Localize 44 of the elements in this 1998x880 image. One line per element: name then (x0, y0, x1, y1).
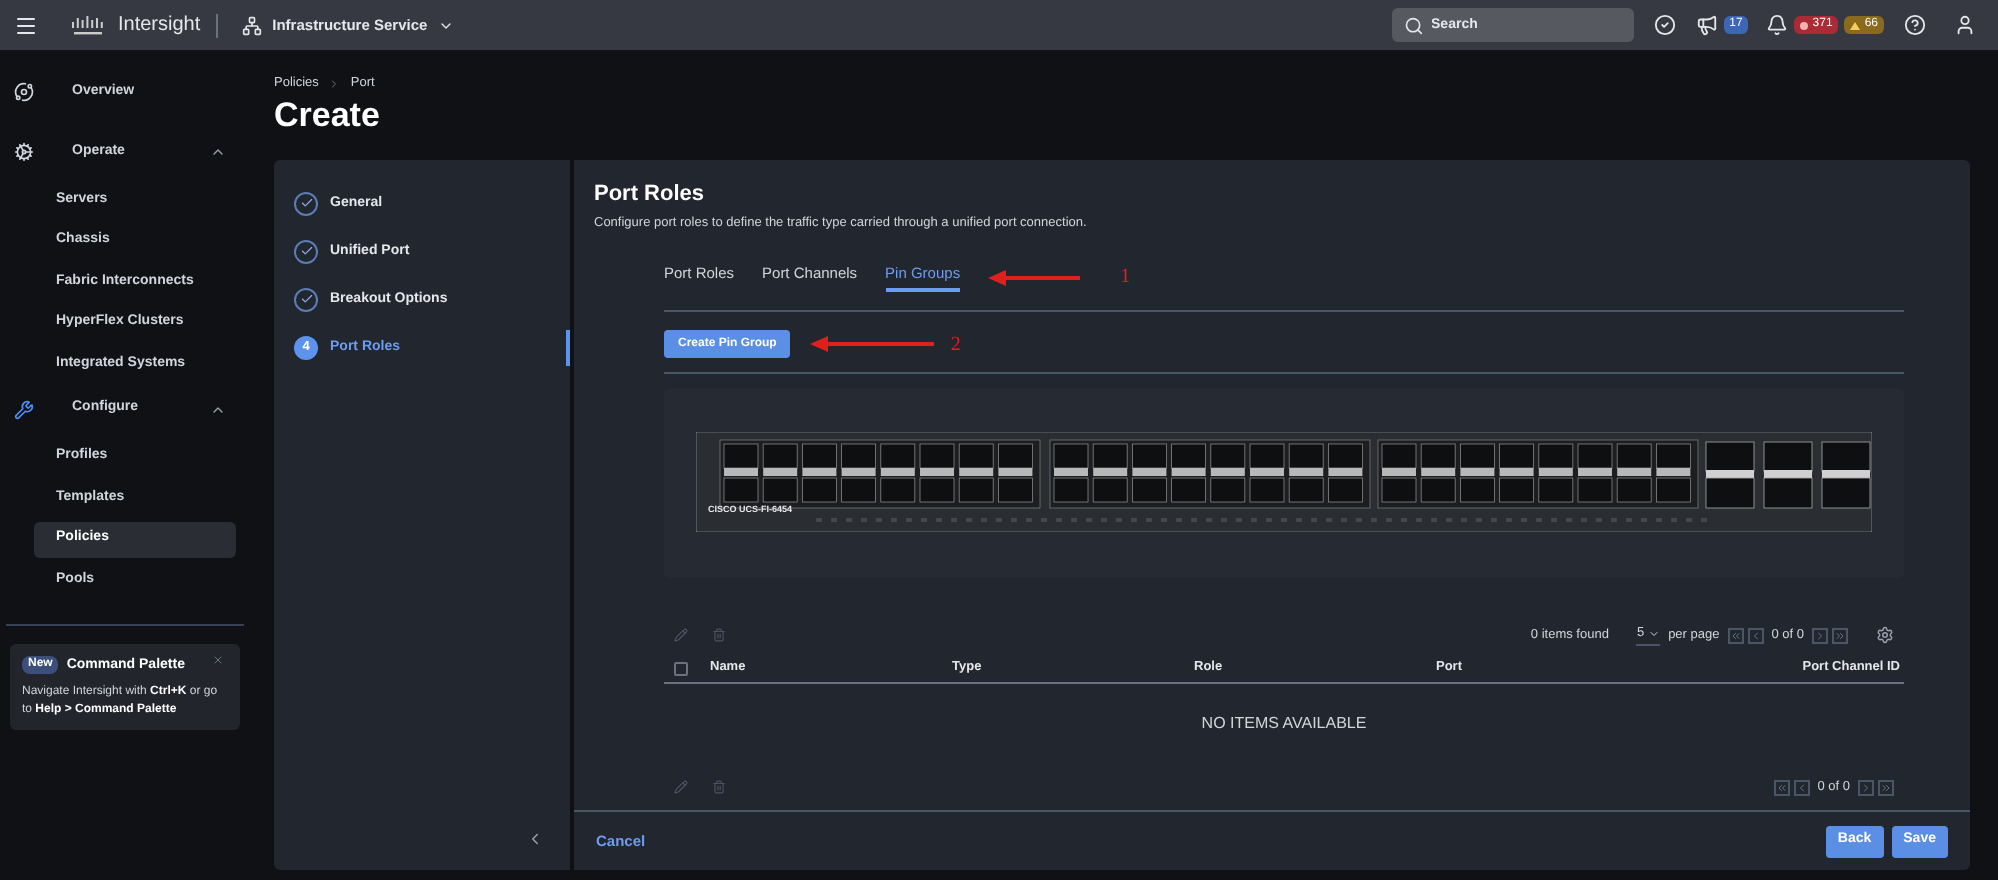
delete-icon[interactable] (712, 628, 726, 642)
annotation-arrow (810, 336, 935, 352)
search-icon (1403, 15, 1424, 35)
select-all-checkbox[interactable] (674, 661, 688, 675)
first-page-button[interactable] (1727, 627, 1744, 643)
collapse-panel-icon[interactable] (526, 830, 544, 848)
warning-triangle-icon (1850, 21, 1861, 29)
chevron-down-icon (1648, 628, 1661, 640)
check-circle-icon[interactable] (1653, 14, 1676, 36)
previous-page-button[interactable] (1747, 627, 1764, 643)
section-title: Port Roles (594, 179, 707, 208)
notification-icon[interactable] (1766, 14, 1789, 36)
previous-page-button[interactable] (1793, 779, 1810, 795)
network-icon (242, 15, 263, 35)
next-page-button[interactable] (1812, 627, 1828, 643)
delete-icon[interactable] (712, 780, 726, 794)
step-check-icon (294, 239, 318, 264)
page-title: Create (274, 95, 382, 136)
settings-icon[interactable] (1876, 626, 1894, 644)
announcement-icon[interactable] (1695, 14, 1718, 36)
annotation-number: 2 (950, 331, 961, 359)
empty-table-message: NO ITEMS AVAILABLE (1201, 711, 1367, 735)
user-icon[interactable] (1954, 14, 1976, 36)
last-page-button[interactable] (1878, 779, 1894, 795)
collapse-icon[interactable] (210, 144, 226, 160)
wrench-icon (14, 399, 34, 419)
annotation-arrow (988, 269, 1081, 285)
help-icon[interactable] (1904, 14, 1926, 36)
brand-name: Intersight (118, 12, 201, 40)
first-page-button[interactable] (1773, 779, 1790, 795)
step-check-icon (294, 191, 318, 216)
gear-icon (14, 142, 34, 162)
critical-dot-icon (1800, 21, 1809, 29)
logo-icon (70, 15, 106, 35)
menu-icon[interactable] (14, 13, 38, 37)
breadcrumb-separator-icon (328, 77, 341, 90)
annotation-number: 1 (1120, 264, 1131, 292)
overview-icon (14, 82, 34, 102)
close-icon[interactable] (212, 653, 224, 665)
edit-icon[interactable] (674, 628, 688, 642)
next-page-button[interactable] (1858, 779, 1874, 795)
edit-icon[interactable] (674, 780, 688, 794)
last-page-button[interactable] (1832, 627, 1848, 643)
step-check-icon (294, 287, 318, 312)
